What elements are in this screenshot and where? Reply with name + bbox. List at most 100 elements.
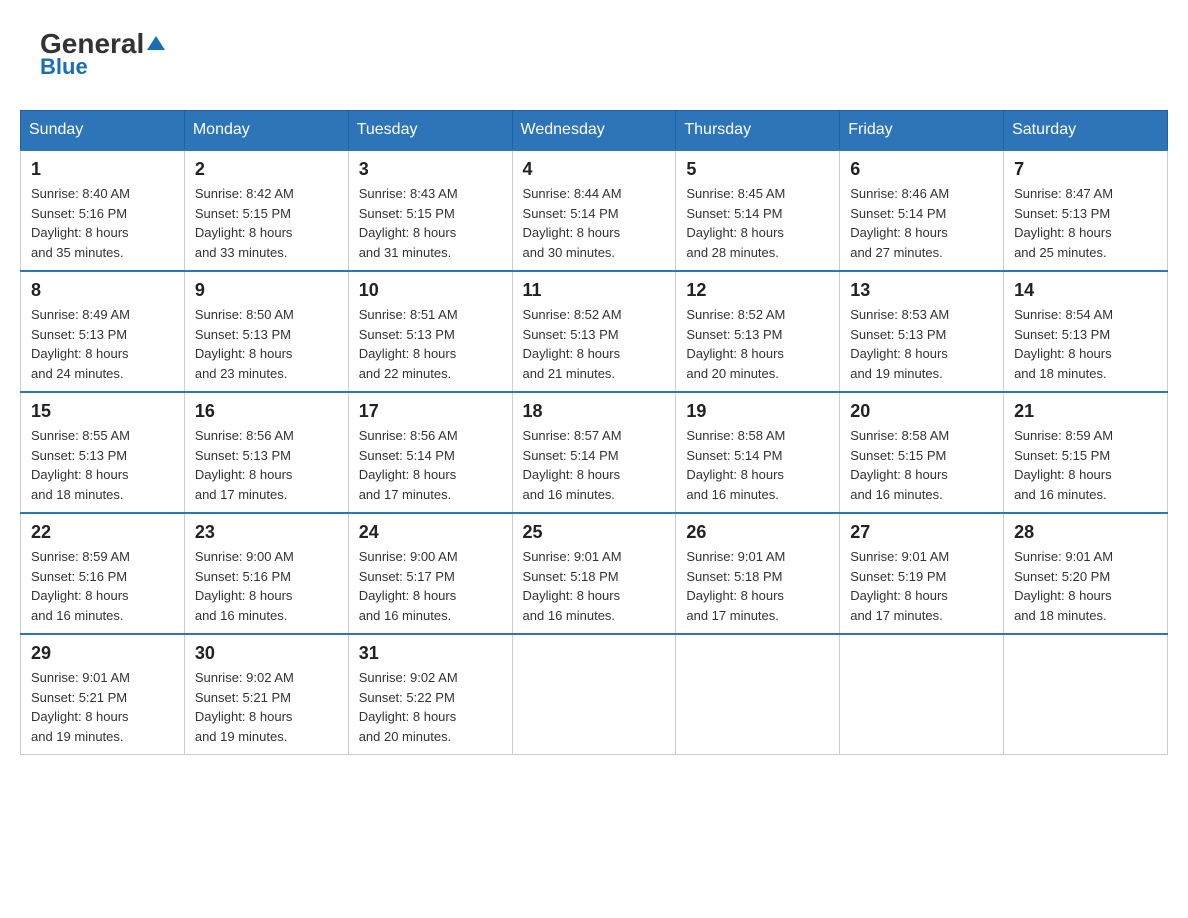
calendar-cell: 25 Sunrise: 9:01 AMSunset: 5:18 PMDaylig… (512, 513, 676, 634)
calendar-cell: 8 Sunrise: 8:49 AMSunset: 5:13 PMDayligh… (21, 271, 185, 392)
day-info: Sunrise: 8:54 AMSunset: 5:13 PMDaylight:… (1014, 305, 1157, 383)
week-row-3: 15 Sunrise: 8:55 AMSunset: 5:13 PMDaylig… (21, 392, 1168, 513)
day-info: Sunrise: 8:56 AMSunset: 5:13 PMDaylight:… (195, 426, 338, 504)
day-number: 29 (31, 643, 174, 664)
calendar-cell: 21 Sunrise: 8:59 AMSunset: 5:15 PMDaylig… (1004, 392, 1168, 513)
day-number: 11 (523, 280, 666, 301)
calendar-cell: 14 Sunrise: 8:54 AMSunset: 5:13 PMDaylig… (1004, 271, 1168, 392)
calendar-cell: 1 Sunrise: 8:40 AMSunset: 5:16 PMDayligh… (21, 150, 185, 271)
calendar-cell: 13 Sunrise: 8:53 AMSunset: 5:13 PMDaylig… (840, 271, 1004, 392)
calendar-cell: 19 Sunrise: 8:58 AMSunset: 5:14 PMDaylig… (676, 392, 840, 513)
day-info: Sunrise: 8:56 AMSunset: 5:14 PMDaylight:… (359, 426, 502, 504)
col-header-tuesday: Tuesday (348, 111, 512, 151)
day-info: Sunrise: 8:42 AMSunset: 5:15 PMDaylight:… (195, 184, 338, 262)
calendar-header-row: SundayMondayTuesdayWednesdayThursdayFrid… (21, 111, 1168, 151)
day-number: 21 (1014, 401, 1157, 422)
col-header-monday: Monday (184, 111, 348, 151)
day-info: Sunrise: 9:01 AMSunset: 5:18 PMDaylight:… (523, 547, 666, 625)
col-header-saturday: Saturday (1004, 111, 1168, 151)
calendar-cell: 31 Sunrise: 9:02 AMSunset: 5:22 PMDaylig… (348, 634, 512, 755)
calendar-cell: 5 Sunrise: 8:45 AMSunset: 5:14 PMDayligh… (676, 150, 840, 271)
day-info: Sunrise: 9:02 AMSunset: 5:22 PMDaylight:… (359, 668, 502, 746)
calendar-cell: 26 Sunrise: 9:01 AMSunset: 5:18 PMDaylig… (676, 513, 840, 634)
calendar-cell: 17 Sunrise: 8:56 AMSunset: 5:14 PMDaylig… (348, 392, 512, 513)
day-info: Sunrise: 9:00 AMSunset: 5:17 PMDaylight:… (359, 547, 502, 625)
col-header-sunday: Sunday (21, 111, 185, 151)
logo: General Blue (40, 30, 165, 80)
week-row-4: 22 Sunrise: 8:59 AMSunset: 5:16 PMDaylig… (21, 513, 1168, 634)
day-number: 16 (195, 401, 338, 422)
day-info: Sunrise: 8:58 AMSunset: 5:14 PMDaylight:… (686, 426, 829, 504)
day-number: 31 (359, 643, 502, 664)
calendar-cell: 24 Sunrise: 9:00 AMSunset: 5:17 PMDaylig… (348, 513, 512, 634)
week-row-5: 29 Sunrise: 9:01 AMSunset: 5:21 PMDaylig… (21, 634, 1168, 755)
calendar-cell: 18 Sunrise: 8:57 AMSunset: 5:14 PMDaylig… (512, 392, 676, 513)
day-number: 26 (686, 522, 829, 543)
logo-blue: Blue (40, 54, 88, 80)
day-info: Sunrise: 8:46 AMSunset: 5:14 PMDaylight:… (850, 184, 993, 262)
calendar-cell: 3 Sunrise: 8:43 AMSunset: 5:15 PMDayligh… (348, 150, 512, 271)
calendar-cell (676, 634, 840, 755)
page-header: General Blue (20, 20, 1168, 90)
day-info: Sunrise: 9:01 AMSunset: 5:21 PMDaylight:… (31, 668, 174, 746)
calendar-cell: 16 Sunrise: 8:56 AMSunset: 5:13 PMDaylig… (184, 392, 348, 513)
day-info: Sunrise: 8:44 AMSunset: 5:14 PMDaylight:… (523, 184, 666, 262)
day-info: Sunrise: 8:59 AMSunset: 5:15 PMDaylight:… (1014, 426, 1157, 504)
day-info: Sunrise: 8:45 AMSunset: 5:14 PMDaylight:… (686, 184, 829, 262)
calendar-cell: 9 Sunrise: 8:50 AMSunset: 5:13 PMDayligh… (184, 271, 348, 392)
day-number: 3 (359, 159, 502, 180)
day-number: 22 (31, 522, 174, 543)
day-number: 12 (686, 280, 829, 301)
calendar-cell: 10 Sunrise: 8:51 AMSunset: 5:13 PMDaylig… (348, 271, 512, 392)
day-number: 25 (523, 522, 666, 543)
day-info: Sunrise: 8:59 AMSunset: 5:16 PMDaylight:… (31, 547, 174, 625)
calendar-cell (840, 634, 1004, 755)
day-number: 27 (850, 522, 993, 543)
day-number: 7 (1014, 159, 1157, 180)
week-row-1: 1 Sunrise: 8:40 AMSunset: 5:16 PMDayligh… (21, 150, 1168, 271)
day-info: Sunrise: 8:47 AMSunset: 5:13 PMDaylight:… (1014, 184, 1157, 262)
day-info: Sunrise: 8:43 AMSunset: 5:15 PMDaylight:… (359, 184, 502, 262)
day-number: 1 (31, 159, 174, 180)
day-number: 15 (31, 401, 174, 422)
day-number: 5 (686, 159, 829, 180)
day-info: Sunrise: 9:01 AMSunset: 5:19 PMDaylight:… (850, 547, 993, 625)
calendar-cell: 6 Sunrise: 8:46 AMSunset: 5:14 PMDayligh… (840, 150, 1004, 271)
day-info: Sunrise: 8:40 AMSunset: 5:16 PMDaylight:… (31, 184, 174, 262)
calendar-cell: 12 Sunrise: 8:52 AMSunset: 5:13 PMDaylig… (676, 271, 840, 392)
calendar-cell (1004, 634, 1168, 755)
calendar-cell (512, 634, 676, 755)
calendar-cell: 28 Sunrise: 9:01 AMSunset: 5:20 PMDaylig… (1004, 513, 1168, 634)
day-number: 28 (1014, 522, 1157, 543)
day-info: Sunrise: 8:57 AMSunset: 5:14 PMDaylight:… (523, 426, 666, 504)
calendar-cell: 29 Sunrise: 9:01 AMSunset: 5:21 PMDaylig… (21, 634, 185, 755)
calendar-cell: 22 Sunrise: 8:59 AMSunset: 5:16 PMDaylig… (21, 513, 185, 634)
col-header-thursday: Thursday (676, 111, 840, 151)
day-number: 13 (850, 280, 993, 301)
day-number: 2 (195, 159, 338, 180)
day-info: Sunrise: 9:00 AMSunset: 5:16 PMDaylight:… (195, 547, 338, 625)
day-info: Sunrise: 9:01 AMSunset: 5:20 PMDaylight:… (1014, 547, 1157, 625)
day-info: Sunrise: 8:55 AMSunset: 5:13 PMDaylight:… (31, 426, 174, 504)
calendar-table: SundayMondayTuesdayWednesdayThursdayFrid… (20, 110, 1168, 755)
day-number: 19 (686, 401, 829, 422)
day-number: 17 (359, 401, 502, 422)
day-number: 10 (359, 280, 502, 301)
week-row-2: 8 Sunrise: 8:49 AMSunset: 5:13 PMDayligh… (21, 271, 1168, 392)
calendar-cell: 7 Sunrise: 8:47 AMSunset: 5:13 PMDayligh… (1004, 150, 1168, 271)
calendar-cell: 20 Sunrise: 8:58 AMSunset: 5:15 PMDaylig… (840, 392, 1004, 513)
calendar-cell: 4 Sunrise: 8:44 AMSunset: 5:14 PMDayligh… (512, 150, 676, 271)
day-info: Sunrise: 9:01 AMSunset: 5:18 PMDaylight:… (686, 547, 829, 625)
calendar-cell: 30 Sunrise: 9:02 AMSunset: 5:21 PMDaylig… (184, 634, 348, 755)
day-number: 30 (195, 643, 338, 664)
day-number: 20 (850, 401, 993, 422)
day-number: 24 (359, 522, 502, 543)
day-number: 18 (523, 401, 666, 422)
day-number: 9 (195, 280, 338, 301)
day-info: Sunrise: 8:53 AMSunset: 5:13 PMDaylight:… (850, 305, 993, 383)
day-number: 8 (31, 280, 174, 301)
day-info: Sunrise: 8:51 AMSunset: 5:13 PMDaylight:… (359, 305, 502, 383)
day-info: Sunrise: 8:50 AMSunset: 5:13 PMDaylight:… (195, 305, 338, 383)
day-info: Sunrise: 9:02 AMSunset: 5:21 PMDaylight:… (195, 668, 338, 746)
calendar-cell: 11 Sunrise: 8:52 AMSunset: 5:13 PMDaylig… (512, 271, 676, 392)
